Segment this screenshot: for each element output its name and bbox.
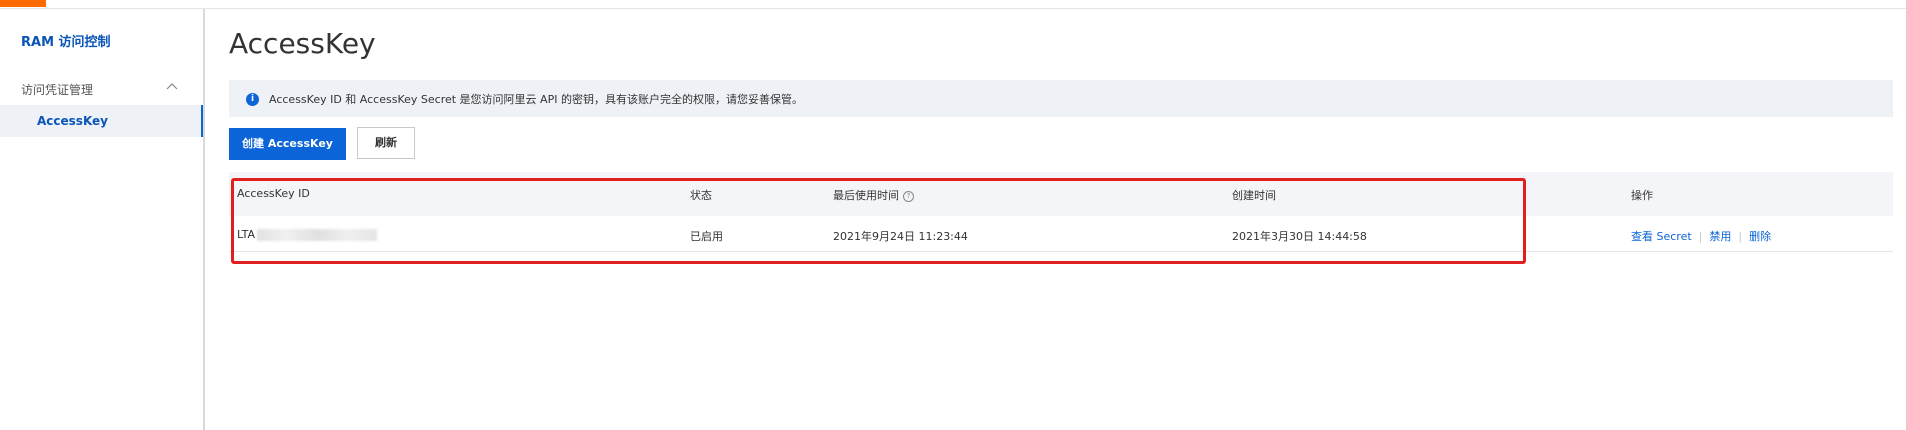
accesskey-id-cell: LTA [237, 228, 378, 241]
refresh-button[interactable]: 刷新 [357, 127, 415, 159]
delete-link[interactable]: 删除 [1749, 230, 1771, 243]
column-header-actions: 操作 [1631, 189, 1653, 202]
sidebar-item-label: AccessKey [37, 114, 108, 128]
column-header-last-used-label: 最后使用时间 [833, 189, 899, 202]
actions-cell: 查看 Secret | 禁用 | 删除 [1631, 228, 1771, 244]
view-secret-link[interactable]: 查看 Secret [1631, 230, 1692, 243]
created-cell: 2021年3月30日 14:44:58 [1232, 230, 1367, 243]
column-header-last-used: 最后使用时间? [833, 187, 914, 203]
action-divider: | [1738, 230, 1743, 243]
brand-accent [0, 0, 46, 7]
sidebar-group-label: 访问凭证管理 [21, 83, 94, 97]
accesskey-id-prefix: LTA [237, 228, 256, 241]
column-header-status: 状态 [690, 189, 712, 202]
sidebar-brand-title[interactable]: RAM 访问控制 [21, 31, 111, 50]
table-header: AccessKey ID 状态 最后使用时间? 创建时间 操作 [229, 172, 1893, 216]
chevron-up-icon[interactable] [166, 81, 178, 93]
accesskey-table: AccessKey ID 状态 最后使用时间? 创建时间 操作 LTA 已启用 … [229, 172, 1893, 252]
sidebar-group-credentials[interactable]: 访问凭证管理 [0, 73, 203, 103]
page-title: AccessKey [229, 27, 376, 60]
top-bar [0, 0, 1906, 9]
column-header-created: 创建时间 [1232, 189, 1276, 202]
notice-text: AccessKey ID 和 AccessKey Secret 是您访问阿里云 … [269, 93, 803, 106]
disable-link[interactable]: 禁用 [1709, 230, 1731, 243]
action-divider: | [1698, 230, 1703, 243]
sidebar: RAM 访问控制 访问凭证管理 AccessKey [0, 9, 205, 430]
info-icon: i [246, 93, 259, 106]
status-cell: 已启用 [690, 230, 723, 243]
masked-id-blur [257, 229, 378, 241]
table-body: LTA 已启用 2021年9月24日 11:23:44 2021年3月30日 1… [229, 216, 1893, 252]
table-row: LTA 已启用 2021年9月24日 11:23:44 2021年3月30日 1… [229, 216, 1893, 252]
help-icon[interactable]: ? [903, 190, 914, 202]
column-header-id: AccessKey ID [237, 187, 310, 200]
create-accesskey-button[interactable]: 创建 AccessKey [229, 128, 346, 160]
sidebar-item-accesskey[interactable]: AccessKey [0, 105, 203, 137]
notice-banner: i AccessKey ID 和 AccessKey Secret 是您访问阿里… [229, 80, 1893, 117]
last-used-cell: 2021年9月24日 11:23:44 [833, 230, 968, 243]
